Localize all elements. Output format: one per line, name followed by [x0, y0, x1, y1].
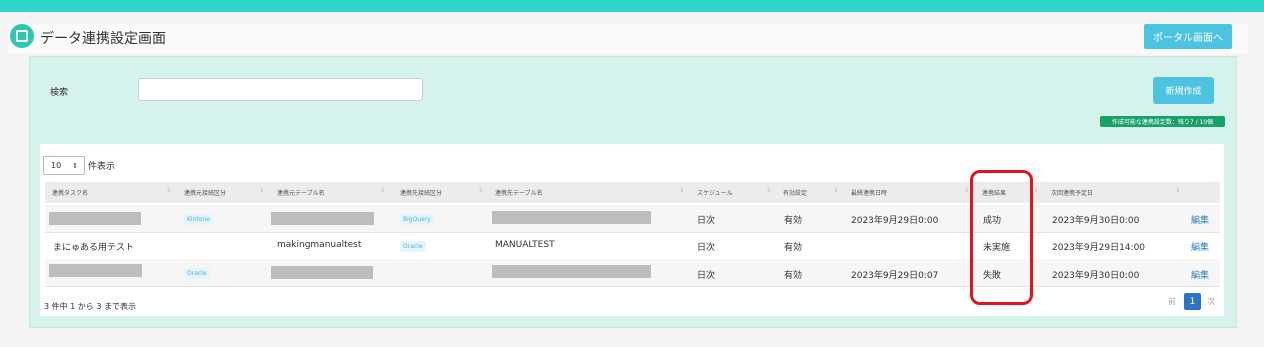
column-header-dest-type[interactable]: 連携先接続区分 — [400, 188, 442, 197]
column-header-schedule[interactable]: スケジュール — [697, 188, 733, 197]
page-title: データ連携設定画面 — [40, 31, 166, 47]
sort-icon[interactable]: ⇕ — [679, 187, 684, 194]
connection-badge: Oracle — [400, 241, 426, 252]
quota-badge: 作成可能な連携設定数：残り7 / 10個 — [1100, 116, 1225, 127]
enabled-cell: 有効 — [784, 216, 803, 226]
connection-badge: Oracle — [184, 268, 210, 279]
portal-button[interactable]: ポータル画面へ — [1144, 24, 1232, 49]
schedule-cell: 日次 — [697, 243, 716, 253]
redacted-block — [492, 211, 651, 224]
schedule-cell: 日次 — [697, 271, 716, 281]
pagination-next[interactable]: 次 — [1207, 296, 1215, 307]
connection-badge: Kintone — [184, 214, 213, 225]
task-name-cell: まにゅある用テスト — [53, 243, 135, 253]
edit-link[interactable]: 編集 — [1191, 268, 1209, 281]
column-header-next-run[interactable]: 次回連携予定日 — [1051, 188, 1093, 197]
column-header-last-run[interactable]: 最終連携日時 — [851, 188, 887, 197]
select-arrows-icon: ⇕ — [72, 161, 78, 170]
search-label: 検索 — [50, 88, 69, 98]
next-run-cell: 2023年9月30日0:00 — [1052, 216, 1140, 226]
column-header-enabled[interactable]: 有効設定 — [783, 188, 807, 197]
row-divider — [45, 286, 1220, 287]
sort-icon[interactable]: ⇕ — [166, 187, 171, 194]
column-header-task[interactable]: 連携タスク名 — [52, 188, 88, 197]
redacted-block — [492, 265, 651, 278]
next-run-cell: 2023年9月30日0:00 — [1052, 271, 1140, 281]
column-header-source-type[interactable]: 連携元接続区分 — [184, 188, 226, 197]
column-header-dest-table[interactable]: 連携先テーブル名 — [495, 188, 543, 197]
data-link-logo-icon — [10, 24, 34, 48]
redacted-block — [49, 264, 142, 277]
next-run-cell: 2023年9月29日14:00 — [1052, 243, 1146, 253]
edit-link[interactable]: 編集 — [1191, 213, 1209, 226]
search-input[interactable] — [138, 78, 423, 101]
result-column-highlight — [970, 170, 1033, 305]
table-info: 3 件中 1 から 3 まで表示 — [44, 302, 136, 311]
enabled-cell: 有効 — [784, 271, 803, 281]
header — [0, 12, 1264, 56]
pagination-current[interactable]: 1 — [1184, 293, 1201, 310]
edit-link[interactable]: 編集 — [1191, 240, 1209, 253]
dest-table-cell: MANUALTEST — [495, 240, 555, 250]
sort-icon[interactable]: ⇕ — [1175, 187, 1180, 194]
sort-icon[interactable]: ⇕ — [833, 187, 838, 194]
redacted-block — [271, 266, 373, 279]
header-background — [8, 24, 1248, 54]
enabled-cell: 有効 — [784, 243, 803, 253]
sort-icon[interactable]: ⇕ — [1033, 187, 1038, 194]
page-length-label: 件表示 — [88, 162, 116, 172]
connection-badge: BigQuery — [400, 214, 434, 225]
column-header-source-table[interactable]: 連携元テーブル名 — [277, 188, 325, 197]
top-accent-bar — [0, 0, 1264, 12]
new-create-button[interactable]: 新規作成 — [1153, 77, 1214, 104]
redacted-block — [271, 212, 374, 225]
sort-icon[interactable]: ⇕ — [964, 187, 969, 194]
last-run-cell: 2023年9月29日0:00 — [851, 216, 939, 226]
pagination-prev[interactable]: 前 — [1168, 296, 1176, 307]
redacted-block — [49, 212, 141, 225]
sort-icon[interactable]: ⇕ — [380, 187, 385, 194]
sort-icon[interactable]: ⇕ — [766, 187, 771, 194]
last-run-cell: 2023年9月29日0:07 — [851, 271, 939, 281]
source-table-cell: makingmanualtest — [277, 240, 362, 250]
sort-icon[interactable]: ⇕ — [259, 187, 264, 194]
row-divider — [45, 232, 1220, 233]
schedule-cell: 日次 — [697, 216, 716, 226]
page-length-select[interactable]: 10 ⇕ — [43, 156, 85, 175]
sort-icon[interactable]: ⇕ — [478, 187, 483, 194]
page-length-value: 10 — [51, 161, 62, 170]
